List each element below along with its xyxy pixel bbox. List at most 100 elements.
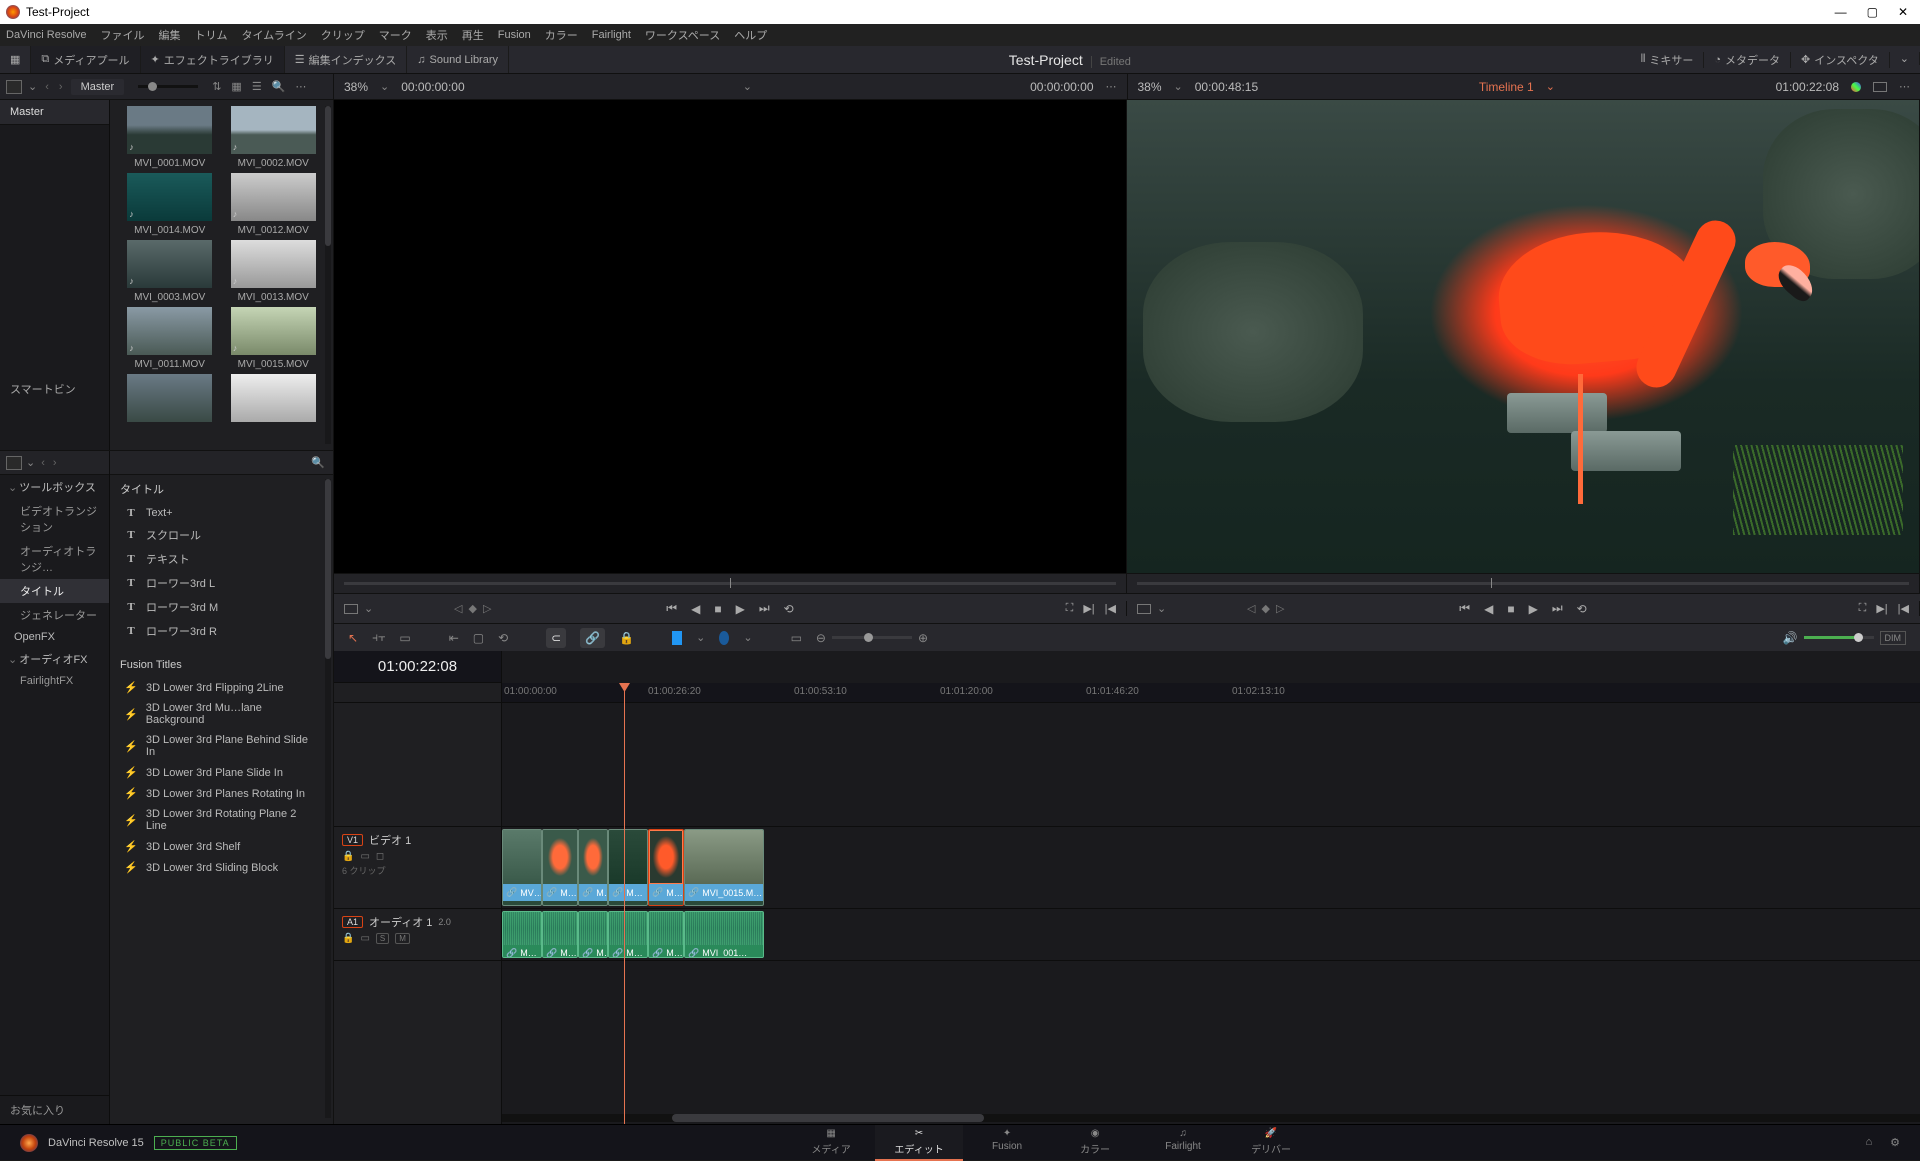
page-tab-color[interactable]: ◉カラー: [1051, 1125, 1139, 1161]
disable-icon[interactable]: ◻: [376, 851, 384, 862]
timeline-audio-clip[interactable]: 🔗M…: [502, 911, 542, 958]
fx-cat-toolbox[interactable]: ⌄ツールボックス: [0, 475, 109, 499]
bypass-grades-icon[interactable]: [1851, 82, 1861, 92]
loop-button[interactable]: ⟲: [1577, 602, 1587, 616]
metadata-button[interactable]: ◔メタデータ: [1704, 52, 1791, 68]
fx-cat-audio-trans[interactable]: オーディオトランジ…: [0, 539, 109, 579]
overwrite-button[interactable]: ▢: [473, 631, 484, 645]
dropdown-icon[interactable]: ⌄: [28, 80, 37, 93]
timeline-clip[interactable]: 🔗M…: [578, 829, 608, 906]
program-scrubber[interactable]: [1127, 574, 1920, 593]
timeline-audio-clip[interactable]: 🔗M…: [542, 911, 578, 958]
fx-fusion-item[interactable]: ⚡3D Lower 3rd Mu…lane Background: [110, 698, 333, 730]
fx-cat-audiofx[interactable]: ⌄オーディオFX: [0, 647, 109, 671]
video-track-header[interactable]: V1ビデオ 1 🔒▭◻ 6 クリップ: [334, 827, 501, 909]
zoom-out-button[interactable]: ⊖: [816, 631, 826, 645]
next-keyframe-icon[interactable]: ▷: [1276, 602, 1284, 615]
single-viewer-icon[interactable]: [1873, 82, 1887, 92]
chevron-down-icon[interactable]: ⌄: [696, 631, 705, 644]
replace-button[interactable]: ⟲: [498, 631, 508, 645]
chevron-down-icon[interactable]: ⌄: [26, 456, 35, 469]
fx-title-item[interactable]: Tローワー3rd R: [110, 619, 333, 643]
prev-keyframe-icon[interactable]: ◁: [454, 602, 462, 615]
nav-fwd[interactable]: ›: [57, 81, 65, 93]
page-tab-fusion[interactable]: ✦Fusion: [963, 1125, 1051, 1161]
menu-item[interactable]: 編集: [159, 27, 181, 43]
step-fwd-button[interactable]: ⏭: [1552, 601, 1563, 616]
menu-item[interactable]: ヘルプ: [734, 27, 767, 43]
snapping-button[interactable]: ⊂: [546, 628, 566, 648]
timeline-clip-selected[interactable]: 🔗M…: [648, 829, 684, 906]
media-clip[interactable]: ♪MVI_0003.MOV: [122, 240, 218, 303]
fx-title-item[interactable]: TText+: [110, 503, 333, 523]
fx-cat-openfx[interactable]: OpenFX: [0, 627, 109, 647]
fx-fusion-item[interactable]: ⚡3D Lower 3rd Plane Slide In: [110, 762, 333, 783]
source-viewer[interactable]: [334, 100, 1127, 573]
zoom-slider[interactable]: [832, 636, 912, 639]
nav-back[interactable]: ‹: [39, 457, 47, 469]
grid-view-icon[interactable]: ▦: [231, 80, 241, 93]
fx-title-item[interactable]: Tローワー3rd L: [110, 571, 333, 595]
bin-view-icon[interactable]: [6, 80, 22, 94]
next-keyframe-icon[interactable]: ▷: [483, 602, 491, 615]
home-icon[interactable]: ⌂: [1865, 1136, 1872, 1149]
media-clip[interactable]: ♪MVI_0015.MOV: [226, 307, 322, 370]
lock-icon[interactable]: 🔒: [342, 933, 354, 944]
track-visibility-icon[interactable]: ▭: [360, 933, 369, 944]
minimize-button[interactable]: —: [1835, 5, 1847, 19]
bin-smart[interactable]: スマートビン: [0, 375, 109, 403]
bin-master[interactable]: Master: [0, 100, 109, 125]
keyframe-icon[interactable]: ◆: [468, 602, 476, 615]
thumb-size-slider[interactable]: [138, 85, 198, 88]
loop-button[interactable]: ⟲: [784, 602, 794, 616]
chevron-down-icon[interactable]: ⌄: [1546, 80, 1555, 93]
marker-icon[interactable]: [719, 631, 729, 645]
fx-title-item[interactable]: Tスクロール: [110, 523, 333, 547]
page-tab-edit[interactable]: ✂エディット: [875, 1125, 963, 1161]
timeline-audio-clip[interactable]: 🔗MVI_001…: [684, 911, 764, 958]
menu-item[interactable]: Fairlight: [592, 29, 631, 41]
program-viewer[interactable]: [1127, 100, 1920, 573]
menu-item[interactable]: ワークスペース: [645, 27, 720, 43]
close-button[interactable]: ✕: [1898, 5, 1908, 19]
fx-cat-fairlightfx[interactable]: FairlightFX: [0, 671, 109, 691]
menu-item[interactable]: タイムライン: [242, 27, 307, 43]
stop-button[interactable]: ■: [714, 602, 721, 616]
settings-icon[interactable]: ⚙: [1890, 1136, 1900, 1149]
in-point-icon[interactable]: ▶|: [1083, 602, 1094, 615]
page-tab-media[interactable]: ▦メディア: [787, 1125, 875, 1161]
nav-back[interactable]: ‹: [43, 81, 51, 93]
source-dropdown[interactable]: ⌄: [743, 80, 752, 93]
in-point-icon[interactable]: ▶|: [1876, 602, 1887, 615]
keyframe-icon[interactable]: ◆: [1261, 602, 1269, 615]
timeline-scrollbar[interactable]: [502, 1114, 1920, 1122]
breadcrumb[interactable]: Master: [71, 79, 125, 95]
menu-item[interactable]: マーク: [379, 27, 412, 43]
chevron-down-icon[interactable]: ⌄: [1157, 602, 1166, 615]
timeline-audio-clip[interactable]: 🔗M…: [578, 911, 608, 958]
timeline-view-icon[interactable]: ▭: [791, 631, 802, 645]
playhead[interactable]: [624, 685, 625, 1124]
lock-icon[interactable]: 🔒: [619, 631, 634, 645]
fx-fusion-item[interactable]: ⚡3D Lower 3rd Plane Behind Slide In: [110, 730, 333, 762]
program-zoom[interactable]: 38%: [1138, 80, 1162, 94]
dim-button[interactable]: DIM: [1880, 631, 1907, 645]
audio-track[interactable]: 🔗M… 🔗M… 🔗M… 🔗M… 🔗M… 🔗MVI_001…: [502, 909, 1920, 961]
volume-slider[interactable]: [1804, 636, 1874, 639]
media-clip[interactable]: ♪MVI_0013.MOV: [226, 240, 322, 303]
page-tab-fairlight[interactable]: ♫Fairlight: [1139, 1125, 1227, 1161]
search-icon[interactable]: 🔍: [311, 456, 325, 469]
timeline-audio-clip[interactable]: 🔗M…: [608, 911, 648, 958]
flag-icon[interactable]: [672, 631, 682, 645]
solo-button[interactable]: S: [376, 933, 389, 944]
mixer-button[interactable]: ⫴ミキサー: [1631, 52, 1705, 68]
menu-item[interactable]: Fusion: [498, 29, 531, 41]
fx-favorites[interactable]: お気に入り: [0, 1095, 109, 1124]
timeline-clip[interactable]: 🔗M…: [542, 829, 578, 906]
fx-cat-titles[interactable]: タイトル: [0, 579, 109, 603]
track-visibility-icon[interactable]: ▭: [360, 851, 369, 862]
timeline-ruler[interactable]: 01:00:00:00 01:00:26:20 01:00:53:10 01:0…: [502, 683, 1920, 703]
fx-cat-video-trans[interactable]: ビデオトランジション: [0, 499, 109, 539]
media-clip[interactable]: ♪MVI_0011.MOV: [122, 307, 218, 370]
step-back-button[interactable]: ◀: [1484, 602, 1493, 616]
